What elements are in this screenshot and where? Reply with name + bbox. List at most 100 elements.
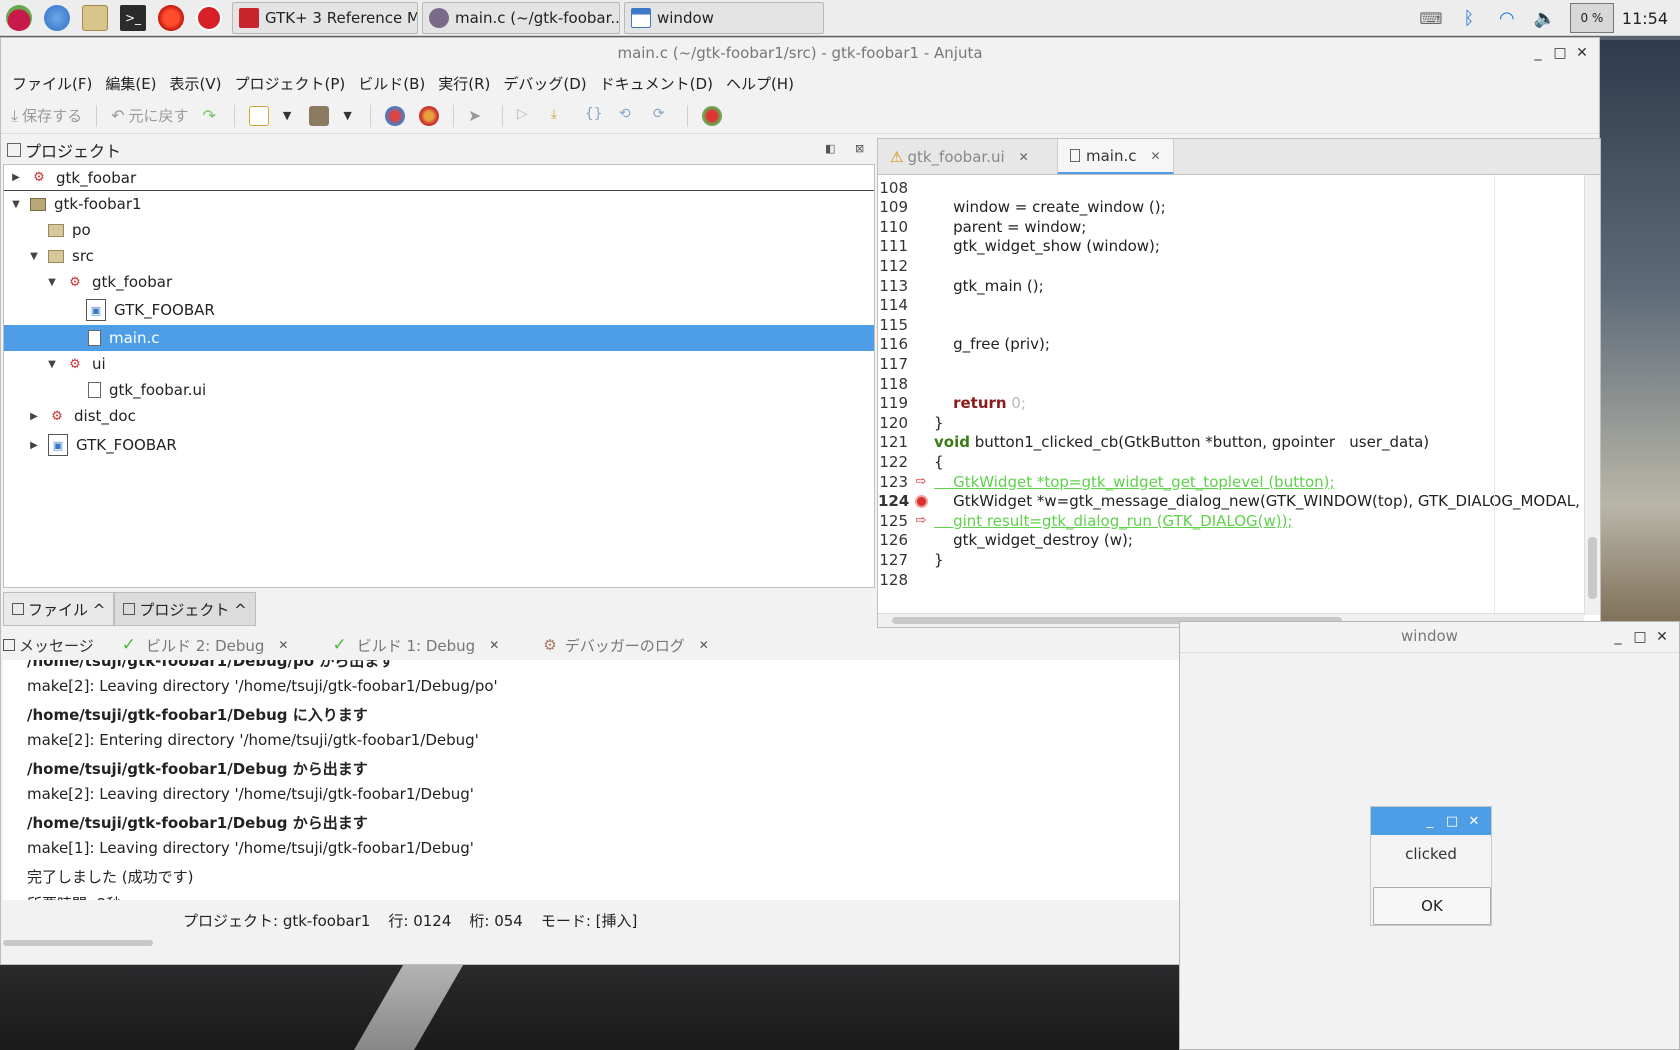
close-icon[interactable]: ✕	[1571, 45, 1593, 61]
app-window-titlebar[interactable]: window _ □ ✕	[1180, 622, 1679, 650]
code-line[interactable]: 119 return 0;	[878, 393, 1026, 414]
build-icon[interactable]	[384, 105, 405, 126]
math-launcher[interactable]	[152, 1, 190, 35]
code-line[interactable]: 127}	[878, 549, 943, 570]
tree-row[interactable]: ▶ ▣ GTK_FOOBAR	[4, 429, 874, 461]
step-over-icon[interactable]: {}	[585, 106, 605, 126]
clock[interactable]: 11:54	[1622, 9, 1668, 28]
open-folder-icon[interactable]	[309, 105, 330, 126]
tab-close-icon[interactable]: ✕	[1019, 150, 1029, 164]
tab-close-icon[interactable]: ✕	[489, 638, 499, 652]
minimize-icon[interactable]: _	[1527, 45, 1549, 61]
file-manager-launcher[interactable]	[76, 1, 114, 35]
new-dropdown-icon[interactable]: ▼	[283, 109, 291, 122]
wolfram-launcher[interactable]	[190, 1, 228, 35]
maximize-icon[interactable]: □	[1441, 814, 1463, 829]
menu-debug[interactable]: デバッグ(D)	[503, 73, 586, 94]
tab-build-1[interactable]: ✓ ビルド 1: Debug ✕	[332, 635, 499, 656]
task-devhelp[interactable]: GTK+ 3 Reference M...	[232, 1, 418, 34]
arrow-marker-icon[interactable]: ⇨	[908, 474, 934, 489]
tab-close-icon[interactable]: ✕	[699, 638, 709, 652]
expander-icon[interactable]: ▶	[10, 172, 22, 183]
close-icon[interactable]: ✕	[1651, 629, 1673, 645]
task-anjuta[interactable]: main.c (~/gtk-foobar...	[422, 1, 620, 34]
menu-help[interactable]: ヘルプ(H)	[726, 73, 794, 94]
code-line[interactable]: 126 gtk_widget_destroy (w);	[878, 530, 1133, 551]
send-icon[interactable]: ➤	[468, 106, 488, 126]
continue-icon[interactable]: ⟳	[653, 106, 673, 126]
menu-edit[interactable]: 編集(E)	[105, 73, 156, 94]
menu-file[interactable]: ファイル(F)	[12, 73, 92, 94]
step-out-icon[interactable]: ⟲	[619, 106, 639, 126]
arrow-marker-icon[interactable]: ⇨	[908, 513, 934, 528]
tab-close-icon[interactable]: ✕	[278, 638, 288, 652]
code-line[interactable]: 120}	[878, 412, 943, 433]
menu-build[interactable]: ビルド(B)	[358, 73, 425, 94]
raspberry-menu-button[interactable]	[0, 1, 38, 35]
expander-icon[interactable]: ▼	[28, 251, 40, 262]
menu-project[interactable]: プロジェクト(P)	[235, 73, 346, 94]
scroll-thumb[interactable]	[1588, 537, 1597, 599]
tree-row[interactable]: ▼ ⚙ gtk_foobar	[4, 269, 874, 295]
bluetooth-icon[interactable]: ᛒ	[1457, 6, 1481, 30]
code-area[interactable]: 108 109 window = create_window (); 110 par…	[878, 175, 1584, 615]
detach-icon[interactable]: ◧	[825, 142, 835, 155]
maximize-icon[interactable]: □	[1629, 629, 1651, 645]
tab-messages[interactable]: メッセージ	[3, 635, 94, 656]
menu-run[interactable]: 実行(R)	[438, 73, 490, 94]
code-line[interactable]: 122 {	[878, 451, 943, 472]
anjuta-titlebar[interactable]: main.c (~/gtk-foobar1/src) - gtk-foobar1…	[1, 38, 1599, 68]
code-line[interactable]: 124 GtkWidget *w=gtk_message_dialog_new(…	[878, 491, 1584, 512]
tab-gtk-foobar-ui[interactable]: ⚠ gtk_foobar.ui ✕	[878, 139, 1058, 174]
tab-build-2[interactable]: ✓ ビルド 2: Debug ✕	[122, 635, 289, 656]
browser-launcher[interactable]	[38, 1, 76, 35]
tree-row[interactable]: ▣ GTK_FOOBAR	[4, 295, 874, 325]
code-line[interactable]: 121 void button1_clicked_cb(GtkButton *bu…	[878, 432, 1429, 453]
expander-icon[interactable]: ▶	[28, 411, 40, 422]
tree-row[interactable]: ▶ ⚙ dist_doc	[4, 403, 874, 429]
code-line[interactable]: 113 gtk_main ();	[878, 275, 1043, 296]
code-line[interactable]: 123 ⇨ GtkWidget *top=gtk_widget_get_tople…	[878, 471, 1334, 492]
task-window[interactable]: window	[624, 1, 824, 34]
undo-button[interactable]: ↶ 元に戻す	[111, 105, 188, 126]
build-all-icon[interactable]	[418, 105, 439, 126]
expander-icon[interactable]: ▼	[10, 199, 22, 210]
tree-row[interactable]: ▶ ⚙ gtk_foobar	[4, 165, 874, 191]
breakpoint-toggle-icon[interactable]	[701, 105, 722, 126]
ok-button[interactable]: OK	[1373, 887, 1491, 925]
code-line[interactable]: 112	[878, 255, 934, 276]
code-line[interactable]: 115	[878, 314, 934, 335]
redo-button[interactable]: ↷	[203, 106, 220, 125]
open-dropdown-icon[interactable]: ▼	[343, 109, 351, 122]
expander-icon[interactable]: ▼	[46, 277, 58, 288]
tree-row[interactable]: ▼ gtk-foobar1	[4, 191, 874, 217]
tab-project[interactable]: プロジェクト ^	[114, 592, 256, 626]
breakpoint-icon[interactable]	[908, 494, 934, 508]
code-line[interactable]: 128	[878, 569, 934, 590]
dialog-titlebar[interactable]: _ □ ✕	[1371, 807, 1491, 835]
step-into-icon[interactable]: ⤓	[551, 106, 571, 126]
code-line[interactable]: 114	[878, 295, 934, 316]
tree-row[interactable]: ▼ ⚙ ui	[4, 351, 874, 377]
wifi-icon[interactable]: ◠	[1495, 6, 1519, 30]
menu-view[interactable]: 表示(V)	[170, 73, 222, 94]
tree-row[interactable]: po	[4, 217, 874, 243]
tab-main-c[interactable]: main.c ✕	[1058, 139, 1174, 174]
code-line[interactable]: 116 g_free (priv);	[878, 334, 1050, 355]
scroll-thumb[interactable]	[3, 940, 153, 946]
code-line[interactable]: 109 window = create_window ();	[878, 197, 1165, 218]
code-line[interactable]: 125 ⇨ gint result=gtk_dialog_run (GTK_DIA…	[878, 510, 1292, 531]
new-file-icon[interactable]	[248, 105, 269, 126]
keyboard-icon[interactable]: ⌨	[1419, 6, 1443, 30]
terminal-launcher[interactable]: >_	[114, 1, 152, 35]
minimize-icon[interactable]: _	[1419, 814, 1441, 829]
tab-files[interactable]: ファイル ^	[3, 592, 115, 626]
tree-row[interactable]: gtk_foobar.ui	[4, 377, 874, 403]
cpu-monitor[interactable]: 0 %	[1569, 3, 1614, 33]
code-line[interactable]: 110 parent = window;	[878, 216, 1086, 237]
code-line[interactable]: 117	[878, 353, 934, 374]
menu-document[interactable]: ドキュメント(D)	[600, 73, 713, 94]
pane-close-icon[interactable]: ⊠	[855, 142, 864, 155]
tree-row[interactable]: ▼ src	[4, 243, 874, 269]
run-icon[interactable]: ▷	[517, 106, 537, 126]
